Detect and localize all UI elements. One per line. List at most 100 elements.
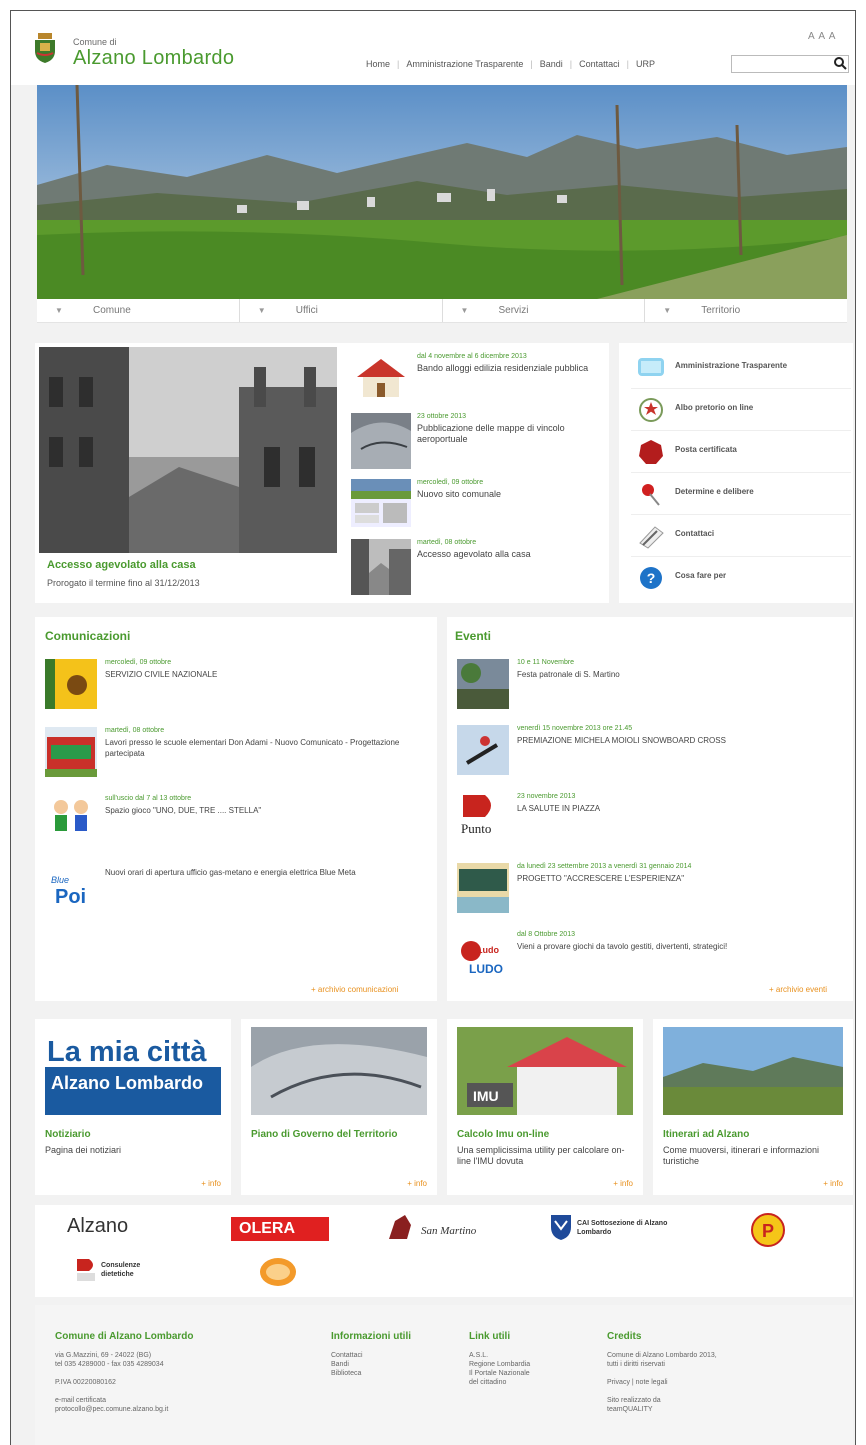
promo-subtitle: Come muoversi, itinerari e informazioni … [663, 1145, 820, 1166]
sponsor-san-martino[interactable]: San Martino [421, 1225, 476, 1237]
quick-link-label: Albo pretorio on line [675, 403, 754, 412]
footer-link[interactable]: Bandi [331, 1360, 363, 1369]
promo-more-link[interactable]: + info [407, 1179, 427, 1188]
sponsor-alzano[interactable]: Alzano [67, 1215, 128, 1238]
footer-line: tutti i diritti riservati [607, 1361, 665, 1368]
crest-icon[interactable] [33, 33, 57, 63]
footer-col3-list: A.S.L. Regione Lombardia Il Portale Nazi… [469, 1351, 530, 1387]
footer-link[interactable]: Contattaci [331, 1351, 363, 1360]
promo-subtitle: Pagina dei notiziari [45, 1145, 122, 1155]
news-item[interactable]: dal 4 novembre al 6 dicembre 2013 Bando … [351, 353, 601, 405]
menu-label: Uffici [295, 305, 318, 316]
sponsor-olera[interactable]: OLERA [231, 1217, 329, 1241]
main-navigation: ▼ Comune ▼ Uffici ▼ Servizi ▼ Territorio [37, 299, 847, 323]
footer-spacer [607, 1369, 717, 1378]
promo-more-link[interactable]: + info [201, 1179, 221, 1188]
item-title[interactable]: PREMIAZIONE MICHELA MOIOLI SNOWBOARD CRO… [517, 735, 847, 746]
quick-link-label: Determine e delibere [675, 487, 754, 496]
chevron-down-icon: ▼ [460, 306, 469, 315]
footer-email-link[interactable]: protocollo@pec.comune.alzano.bg.it [55, 1405, 168, 1414]
quick-link-cosa-fare[interactable]: ? Cosa fare per [631, 557, 851, 599]
footer-col2-title: Informazioni utili [331, 1331, 411, 1342]
menu-servizi[interactable]: ▼ Servizi [443, 299, 646, 322]
promo-more-link[interactable]: + info [823, 1179, 843, 1188]
badge-logo[interactable] [259, 1257, 297, 1287]
footer-line: Sito realizzato da [607, 1397, 661, 1404]
promo-card[interactable]: Itinerari ad Alzano Come muoversi, itine… [653, 1019, 853, 1195]
blue-meta-logo: Blue Poi [45, 863, 97, 913]
item-title[interactable]: Lavori presso le scuole elementari Don A… [105, 737, 435, 759]
p-circle-logo[interactable]: P [751, 1213, 785, 1247]
quick-link-posta[interactable]: Posta certificata [631, 431, 851, 473]
snowboard-icon [457, 725, 509, 775]
menu-territorio[interactable]: ▼ Territorio [645, 299, 847, 322]
news-date: martedì, 08 ottobre [417, 539, 477, 546]
svg-text:P: P [762, 1221, 774, 1241]
item-title[interactable]: Vieni a provare giochi da tavolo gestiti… [517, 941, 847, 952]
promo-title[interactable]: Itinerari ad Alzano [663, 1129, 843, 1141]
boardgame-logo: Ludo LUDO [457, 931, 509, 981]
footer-link[interactable]: A.S.L. [469, 1351, 530, 1360]
footer-col4-title: Credits [607, 1331, 642, 1342]
text-size-controls[interactable]: A A A [808, 31, 836, 42]
search-icon[interactable] [833, 56, 847, 70]
news-item[interactable]: martedì, 08 ottobre Accesso agevolato al… [351, 539, 601, 597]
archive-eventi-link[interactable]: + archivio eventi [769, 985, 827, 994]
item-title[interactable]: Nuovi orari di apertura ufficio gas-meta… [105, 867, 435, 878]
news-title[interactable]: Pubblicazione delle mappe di vincolo aer… [417, 423, 607, 445]
archive-comunicazioni-link[interactable]: + archivio comunicazioni [311, 985, 398, 994]
nav-bandi[interactable]: Bandi [533, 59, 570, 69]
pen-paper-icon [639, 526, 664, 549]
nav-contattaci[interactable]: Contattaci [572, 59, 627, 69]
sunflower-icon [45, 659, 97, 709]
search-input[interactable] [731, 55, 849, 73]
nav-urp[interactable]: URP [629, 59, 662, 69]
item-title[interactable]: SERVIZIO CIVILE NAZIONALE [105, 669, 435, 680]
logo-title[interactable]: Alzano Lombardo [73, 47, 234, 70]
footer-link[interactable]: teamQUALITY [607, 1405, 717, 1414]
promo-card[interactable]: IMU Calcolo Imu on-line Una semplicissim… [447, 1019, 643, 1195]
item-title[interactable]: Spazio gioco "UNO, DUE, TRE .... STELLA" [105, 805, 435, 816]
svg-text:Poi: Poi [55, 886, 86, 908]
quick-link-albo[interactable]: Albo pretorio on line [631, 389, 851, 431]
notiziario-banner-line2: Alzano Lombardo [51, 1073, 203, 1093]
chevron-down-icon: ▼ [663, 306, 672, 315]
promo-more-link[interactable]: + info [613, 1179, 633, 1188]
hero-landscape-image [37, 85, 847, 299]
footer-link[interactable]: Privacy | note legali [607, 1378, 717, 1387]
imu-sign-text: IMU [473, 1088, 499, 1104]
featured-title[interactable]: Accesso agevolato alla casa [47, 559, 196, 571]
promo-title[interactable]: Notiziario [45, 1129, 225, 1141]
quick-link-label: Cosa fare per [675, 571, 727, 580]
nav-home[interactable]: Home [359, 59, 397, 69]
footer-link[interactable]: Il Portale Nazionale [469, 1369, 530, 1378]
chevron-down-icon: ▼ [55, 306, 63, 315]
news-item[interactable]: mercoledì, 09 ottobre Nuovo sito comunal… [351, 479, 601, 531]
news-title[interactable]: Nuovo sito comunale [417, 489, 607, 500]
news-title[interactable]: Bando alloggi edilizia residenziale pubb… [417, 363, 607, 374]
footer-link[interactable]: Biblioteca [331, 1369, 363, 1378]
quick-link-determine[interactable]: Determine e delibere [631, 473, 851, 515]
footer-link[interactable]: del cittadino [469, 1378, 530, 1387]
quick-link-amministrazione[interactable]: Amministrazione Trasparente [631, 347, 851, 389]
quick-link-contattaci[interactable]: Contattaci [631, 515, 851, 557]
promo-card[interactable]: La mia città Alzano Lombardo Notiziario P… [35, 1019, 231, 1195]
svg-text:LUDO: LUDO [469, 962, 503, 976]
item-title[interactable]: Festa patronale di S. Martino [517, 669, 847, 680]
sponsor-cai[interactable]: CAI Sottosezione di Alzano Lombardo [577, 1219, 677, 1237]
promo-title[interactable]: Piano di Governo del Territorio [251, 1129, 431, 1141]
promo-card[interactable]: Piano di Governo del Territorio + info [241, 1019, 437, 1195]
featured-image[interactable] [39, 347, 337, 553]
sponsor-consulenze[interactable]: Consulenze dietetiche [101, 1261, 161, 1279]
item-title[interactable]: LA SALUTE IN PIAZZA [517, 803, 847, 814]
news-item[interactable]: 23 ottobre 2013 Pubblicazione delle mapp… [351, 413, 601, 471]
footer-spacer [607, 1387, 717, 1396]
news-title[interactable]: Accesso agevolato alla casa [417, 549, 607, 560]
footer-link[interactable]: Regione Lombardia [469, 1360, 530, 1369]
nav-amministrazione-trasparente[interactable]: Amministrazione Trasparente [399, 59, 530, 69]
menu-comune[interactable]: ▼ Comune [37, 299, 240, 322]
item-title[interactable]: PROGETTO "ACCRESCERE L'ESPERIENZA" [517, 873, 847, 884]
promo-title[interactable]: Calcolo Imu on-line [457, 1129, 637, 1141]
menu-uffici[interactable]: ▼ Uffici [240, 299, 443, 322]
footer-line: via G.Mazzini, 69 - 24022 (BG) [55, 1352, 152, 1359]
